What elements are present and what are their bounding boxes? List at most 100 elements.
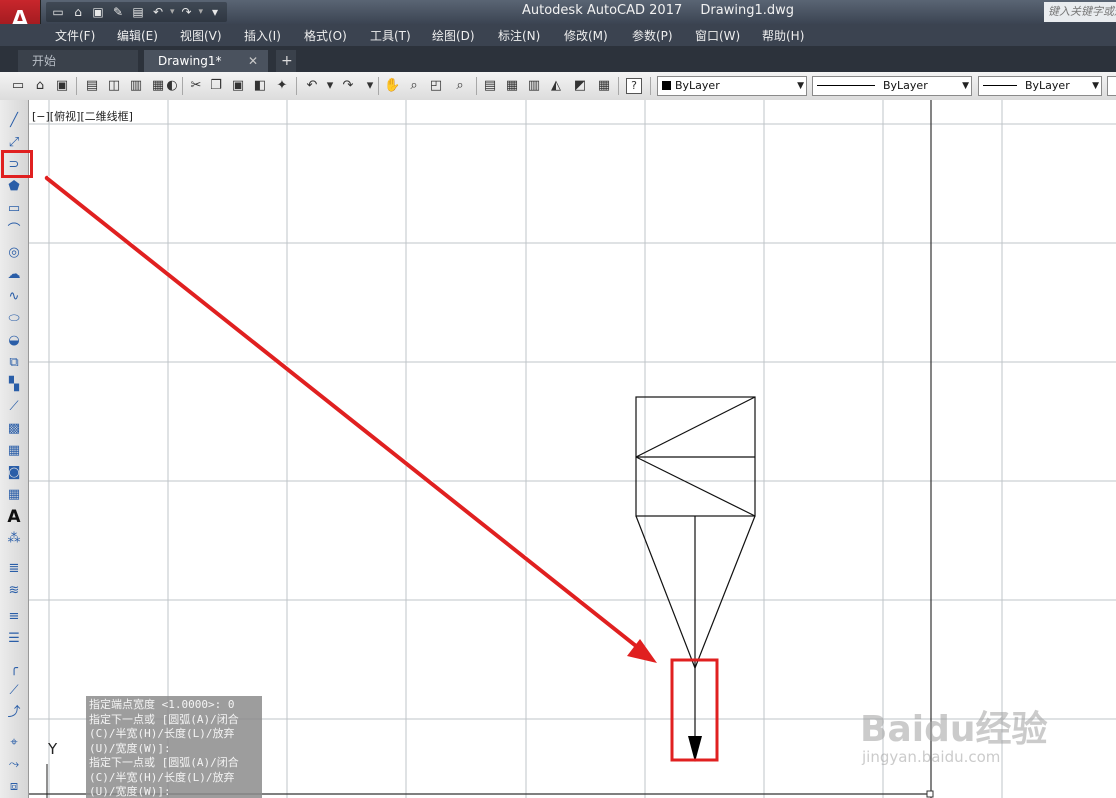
new-icon[interactable]: ▭ (10, 78, 26, 94)
plot-icon[interactable]: ▤ (84, 78, 100, 94)
color-swatch (662, 81, 671, 90)
zoom-previous-icon[interactable]: ⌕ (452, 78, 468, 94)
viewport-label[interactable]: [−][俯视][二维线框] (32, 108, 133, 124)
tab-drawing1[interactable]: Drawing1* ✕ (144, 50, 268, 72)
menu-file[interactable]: 文件(F) (55, 27, 95, 44)
tab-start[interactable]: 开始 (18, 50, 138, 72)
ellipse-icon[interactable]: ⬭ (5, 310, 23, 328)
lineweight-dropdown[interactable]: ByLayer ▼ (978, 76, 1102, 96)
menu-parameters[interactable]: 参数(P) (632, 27, 673, 44)
design-center-icon[interactable]: ▦ (504, 78, 520, 94)
menu-window[interactable]: 窗口(W) (695, 27, 740, 44)
close-icon[interactable]: ✕ (248, 50, 258, 72)
customize-qat-icon[interactable]: ▾ (207, 4, 223, 20)
rectangle-icon[interactable]: ▭ (5, 200, 23, 218)
circle-icon[interactable]: ◎ (5, 244, 23, 262)
search-input[interactable]: 键入关键字或短语 (1044, 2, 1116, 22)
layer-icon[interactable]: ≣ (5, 560, 23, 578)
spline-icon[interactable]: ∿ (5, 288, 23, 306)
toolbar-separator (76, 77, 77, 95)
add-selected-icon[interactable]: ⁂ (5, 530, 23, 548)
chevron-down-icon[interactable]: ▾ (362, 78, 378, 94)
region-icon[interactable]: ◙ (5, 464, 23, 482)
arc-icon[interactable]: ⌒ (5, 222, 23, 240)
blend-icon[interactable]: ⤴ (5, 704, 23, 722)
ellipse-arc-icon[interactable]: ◒ (5, 332, 23, 350)
help-icon[interactable]: ? (626, 78, 642, 94)
zoom-window-icon[interactable]: ◰ (428, 78, 444, 94)
drawing-canvas[interactable] (29, 100, 1116, 798)
properties-icon[interactable]: ▤ (482, 78, 498, 94)
tool-palettes-icon[interactable]: ▥ (526, 78, 542, 94)
command-line: 指定下一点或 [圆弧(A)/闭合(C)/半宽(H)/长度(L)/放弃(U)/宽度… (89, 712, 239, 755)
pan-icon[interactable]: ✋ (384, 78, 400, 94)
make-block-icon[interactable]: ▚ (5, 376, 23, 394)
save-as-icon[interactable]: ✎ (110, 4, 126, 20)
cut-icon[interactable]: ✂ (188, 78, 204, 94)
zoom-realtime-icon[interactable]: ⌕ (406, 78, 422, 94)
point-icon[interactable]: ⟋ (5, 398, 23, 416)
table-icon[interactable]: ▦ (5, 486, 23, 504)
open-icon[interactable]: ⌂ (32, 78, 48, 94)
color-value: ByLayer (675, 79, 720, 92)
calculator-icon[interactable]: ▦ (596, 78, 612, 94)
save-icon[interactable]: ▣ (54, 78, 70, 94)
chevron-down-icon: ▼ (1092, 81, 1099, 91)
polygon-icon[interactable]: ⬟ (5, 178, 23, 196)
color-dropdown[interactable]: ByLayer ▼ (657, 76, 807, 96)
new-tab-button[interactable]: + (276, 50, 296, 72)
brush-icon[interactable]: ✦ (274, 78, 290, 94)
insert-block-icon[interactable]: ⧉ (5, 354, 23, 372)
gradient-icon[interactable]: ▦ (5, 442, 23, 460)
chevron-down-icon: ▼ (962, 81, 969, 91)
redo-dropdown-icon[interactable]: ▾ (199, 7, 204, 17)
menu-tools[interactable]: 工具(T) (370, 27, 411, 44)
menu-draw[interactable]: 绘图(D) (432, 27, 475, 44)
linetype-dropdown[interactable]: ByLayer ▼ (812, 76, 972, 96)
redo-icon[interactable]: ↷ (179, 4, 195, 20)
open-file-icon[interactable]: ⌂ (70, 4, 86, 20)
chevron-down-icon[interactable]: ▾ (322, 78, 338, 94)
ucs-y-label: Y (48, 740, 58, 758)
menu-view[interactable]: 视图(V) (180, 27, 222, 44)
menu-format[interactable]: 格式(O) (304, 27, 347, 44)
limit-corner-marker (926, 790, 934, 798)
line-icon[interactable]: ╱ (5, 112, 23, 130)
grid-lines (29, 100, 1116, 798)
plot-preview-icon[interactable]: ◫ (106, 78, 122, 94)
chamfer-icon[interactable]: ⟋ (5, 682, 23, 700)
measure-icon[interactable]: ⌖ (5, 734, 23, 752)
new-file-icon[interactable]: ▭ (50, 4, 66, 20)
globe-icon[interactable]: ◐ (164, 78, 180, 94)
area-icon[interactable]: ⧈ (5, 778, 23, 796)
menu-help[interactable]: 帮助(H) (762, 27, 804, 44)
model-space (29, 100, 1116, 798)
plot-icon[interactable]: ▤ (130, 4, 146, 20)
layer-isolate-icon[interactable]: ☰ (5, 630, 23, 648)
menu-edit[interactable]: 编辑(E) (117, 27, 158, 44)
revision-cloud-icon[interactable]: ☁ (5, 266, 23, 284)
match-properties-icon[interactable]: ◧ (252, 78, 268, 94)
menu-modify[interactable]: 修改(M) (564, 27, 608, 44)
redo-icon[interactable]: ↷ (340, 78, 356, 94)
menu-insert[interactable]: 插入(I) (244, 27, 281, 44)
lineweight-value: ByLayer (1025, 79, 1070, 92)
save-icon[interactable]: ▣ (90, 4, 106, 20)
paste-icon[interactable]: ▣ (230, 78, 246, 94)
multiline-text-icon[interactable]: A (5, 508, 23, 526)
publish-icon[interactable]: ▥ (128, 78, 144, 94)
dimension-icon[interactable]: ⤳ (5, 756, 23, 774)
sheet-set-icon[interactable]: ◭ (548, 78, 564, 94)
window-title: Autodesk AutoCAD 2017 Drawing1.dwg (522, 3, 808, 18)
layer-previous-icon[interactable]: ≡ (5, 608, 23, 626)
undo-icon[interactable]: ↶ (304, 78, 320, 94)
undo-icon[interactable]: ↶ (150, 4, 166, 20)
undo-dropdown-icon[interactable]: ▾ (170, 7, 175, 17)
copy-icon[interactable]: ❐ (208, 78, 224, 94)
menu-dimension[interactable]: 标注(N) (498, 27, 540, 44)
plot-style-dropdown[interactable] (1107, 76, 1116, 96)
markup-icon[interactable]: ◩ (572, 78, 588, 94)
layer-states-icon[interactable]: ≋ (5, 582, 23, 600)
hatch-icon[interactable]: ▩ (5, 420, 23, 438)
fillet-icon[interactable]: ╭ (5, 660, 23, 678)
